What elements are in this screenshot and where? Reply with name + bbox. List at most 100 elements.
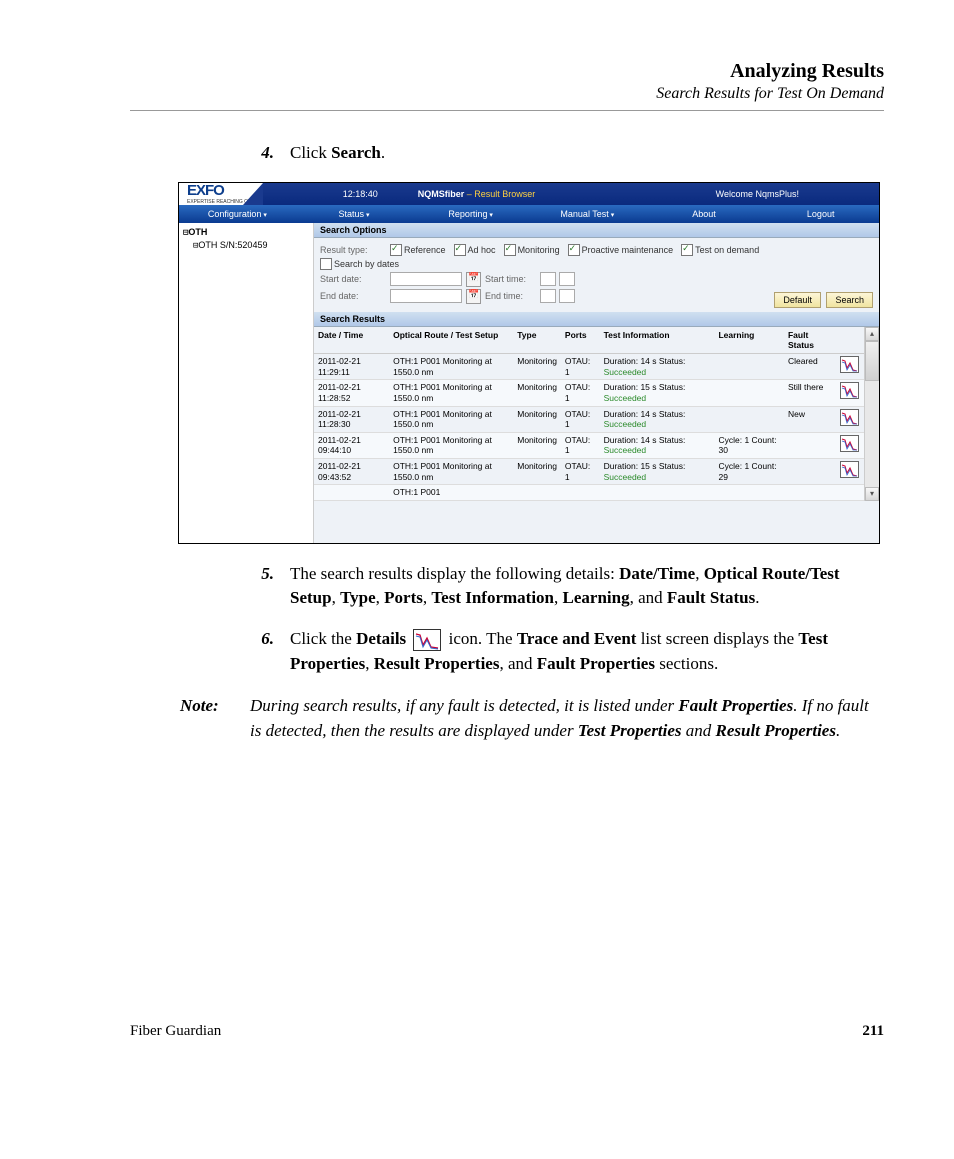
cell-datetime: 2011-02-21 11:29:11 <box>314 354 389 380</box>
details-icon[interactable] <box>840 435 859 452</box>
menu-bar: Configuration Status Reporting Manual Te… <box>179 205 879 223</box>
cell-test-info: Duration: 15 s Status: Succeeded <box>600 380 715 406</box>
screenshot-result-browser: EXFOEXPERTISE REACHING OUT 12:18:40 NQMS… <box>178 182 880 544</box>
cell-learning: Cycle: 1 Count: 29 <box>714 459 784 485</box>
cell-ports: OTAU: 1 <box>561 354 600 380</box>
search-button[interactable]: Search <box>826 292 873 308</box>
start-date-label: Start date: <box>320 274 390 284</box>
footer-page: 211 <box>862 1023 884 1040</box>
cell-fault: Still there <box>784 380 836 406</box>
results-table: Date / Time Optical Route / Test Setup T… <box>314 327 864 501</box>
scroll-down-icon[interactable]: ▾ <box>865 487 879 501</box>
cell-route: OTH:1 P001 Monitoring at 1550.0 nm <box>389 354 513 380</box>
app-title: NQMSfiber – Result Browser <box>418 189 536 199</box>
nav-tree: OTH OTH S/N:520459 <box>179 223 314 543</box>
page-header-subtitle: Search Results for Test On Demand <box>130 85 884 103</box>
cell-datetime: 2011-02-21 09:44:10 <box>314 432 389 458</box>
details-icon[interactable] <box>840 461 859 478</box>
cb-proactive[interactable] <box>568 244 580 256</box>
cell-ports: OTAU: 1 <box>561 406 600 432</box>
footer-product: Fiber Guardian <box>130 1023 221 1040</box>
cell-ports: OTAU: 1 <box>561 459 600 485</box>
end-date-input[interactable] <box>390 289 462 303</box>
col-ports[interactable]: Ports <box>561 327 600 354</box>
cb-monitoring[interactable] <box>504 244 516 256</box>
note-label: Note: <box>180 694 250 743</box>
cb-reference[interactable] <box>390 244 402 256</box>
cell-route: OTH:1 P001 Monitoring at 1550.0 nm <box>389 380 513 406</box>
cb-test-on-demand[interactable] <box>681 244 693 256</box>
col-learning[interactable]: Learning <box>714 327 784 354</box>
menu-status[interactable]: Status <box>296 205 413 223</box>
page-header-title: Analyzing Results <box>130 60 884 83</box>
cell-test-info: Duration: 14 s Status: Succeeded <box>600 406 715 432</box>
result-type-label: Result type: <box>320 245 390 255</box>
col-optical-route[interactable]: Optical Route / Test Setup <box>389 327 513 354</box>
col-type[interactable]: Type <box>513 327 561 354</box>
col-datetime[interactable]: Date / Time <box>314 327 389 354</box>
cell-test-info: Duration: 14 s Status: Succeeded <box>600 354 715 380</box>
start-date-input[interactable] <box>390 272 462 286</box>
table-row: 2011-02-21 09:43:52OTH:1 P001 Monitoring… <box>314 459 864 485</box>
scroll-up-icon[interactable]: ▴ <box>865 327 879 341</box>
menu-logout[interactable]: Logout <box>762 205 879 223</box>
cell-datetime: 2011-02-21 09:43:52 <box>314 459 389 485</box>
step-number: 5. <box>238 562 290 611</box>
tree-root[interactable]: OTH <box>183 227 309 238</box>
cell-fault <box>784 432 836 458</box>
details-icon[interactable] <box>840 382 859 399</box>
search-results-header: Search Results <box>314 312 879 327</box>
welcome-text: Welcome NqmsPlus! <box>716 189 799 199</box>
start-time-label: Start time: <box>485 274 540 284</box>
step-number: 6. <box>238 627 290 676</box>
end-time-m[interactable] <box>559 289 575 303</box>
calendar-icon[interactable] <box>466 272 481 287</box>
menu-reporting[interactable]: Reporting <box>412 205 529 223</box>
cell-learning <box>714 354 784 380</box>
cell-test-info: Duration: 14 s Status: Succeeded <box>600 432 715 458</box>
col-test-info[interactable]: Test Information <box>600 327 715 354</box>
cell-ports: OTAU: 1 <box>561 432 600 458</box>
step-6-text: Click the Details icon. The Trace and Ev… <box>290 627 884 676</box>
cb-search-by-dates[interactable] <box>320 258 332 270</box>
search-options-header: Search Options <box>314 223 879 238</box>
calendar-icon[interactable] <box>466 289 481 304</box>
cell-type: Monitoring <box>513 432 561 458</box>
end-time-label: End time: <box>485 291 540 301</box>
cell-fault <box>784 459 836 485</box>
cell-datetime: 2011-02-21 11:28:52 <box>314 380 389 406</box>
cell-type: Monitoring <box>513 354 561 380</box>
start-time-h[interactable] <box>540 272 556 286</box>
scrollbar[interactable]: ▴ ▾ <box>864 327 879 501</box>
cell-learning: Cycle: 1 Count: 30 <box>714 432 784 458</box>
note-text: During search results, if any fault is d… <box>250 694 884 743</box>
end-date-label: End date: <box>320 291 390 301</box>
default-button[interactable]: Default <box>774 292 821 308</box>
menu-configuration[interactable]: Configuration <box>179 205 296 223</box>
cell-route: OTH:1 P001 Monitoring at 1550.0 nm <box>389 406 513 432</box>
clock: 12:18:40 <box>343 189 378 199</box>
table-row: 2011-02-21 11:28:52OTH:1 P001 Monitoring… <box>314 380 864 406</box>
details-icon <box>413 629 441 651</box>
menu-manual-test[interactable]: Manual Test <box>529 205 646 223</box>
table-row: 2011-02-21 11:29:11OTH:1 P001 Monitoring… <box>314 354 864 380</box>
cell-type: Monitoring <box>513 459 561 485</box>
start-time-m[interactable] <box>559 272 575 286</box>
cell-ports: OTAU: 1 <box>561 380 600 406</box>
details-icon[interactable] <box>840 356 859 373</box>
cell-learning <box>714 406 784 432</box>
table-row: 2011-02-21 09:44:10OTH:1 P001 Monitoring… <box>314 432 864 458</box>
cell-route: OTH:1 P001 Monitoring at 1550.0 nm <box>389 432 513 458</box>
scroll-thumb[interactable] <box>865 341 879 381</box>
tree-child[interactable]: OTH S/N:520459 <box>183 240 309 251</box>
step-4-text: Click Search. <box>290 141 884 166</box>
details-icon[interactable] <box>840 409 859 426</box>
menu-about[interactable]: About <box>646 205 763 223</box>
cb-adhoc[interactable] <box>454 244 466 256</box>
cell-route: OTH:1 P001 Monitoring at 1550.0 nm <box>389 459 513 485</box>
cell-fault: New <box>784 406 836 432</box>
search-by-dates-label: Search by dates <box>334 259 399 269</box>
col-fault-status[interactable]: Fault Status <box>784 327 836 354</box>
table-row: 2011-02-21 11:28:30OTH:1 P001 Monitoring… <box>314 406 864 432</box>
end-time-h[interactable] <box>540 289 556 303</box>
